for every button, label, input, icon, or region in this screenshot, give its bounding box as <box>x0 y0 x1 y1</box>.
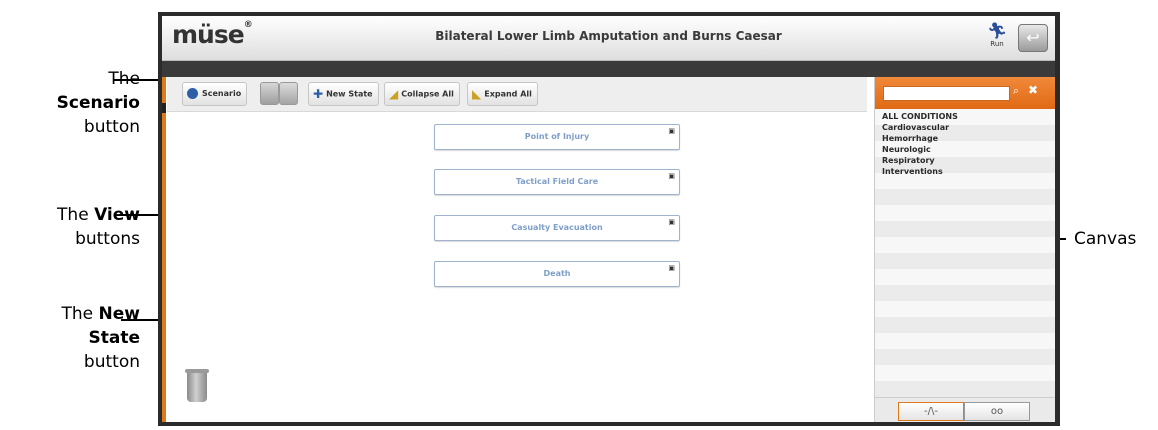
callout-scenario: The Scenario button <box>10 67 140 139</box>
callout-bold: State <box>88 328 141 348</box>
state-menu-icon[interactable]: ▣ <box>668 264 675 272</box>
run-button[interactable]: 🏃︎ Run <box>982 22 1012 56</box>
tree-view-button[interactable] <box>260 82 279 105</box>
conditions-panel: ⌕ ✖ ALL CONDITIONS Cardiovascular Hemorr… <box>874 77 1055 422</box>
vitals-tab[interactable]: -/\- <box>898 402 964 421</box>
app-frame: müse® Bilateral Lower Limb Amputation an… <box>158 12 1060 426</box>
plus-icon: ✚ <box>313 87 324 101</box>
voicemail-tab[interactable]: oo <box>964 402 1030 421</box>
callout-text: buttons <box>75 229 140 249</box>
app-window: müse® Bilateral Lower Limb Amputation an… <box>162 16 1055 422</box>
collapse-all-label: Collapse All <box>401 89 454 99</box>
scenario-title: Bilateral Lower Limb Amputation and Burn… <box>435 29 782 43</box>
condition-item[interactable]: ALL CONDITIONS <box>882 111 958 122</box>
callout-view: The View buttons <box>10 203 140 251</box>
clear-icon[interactable]: ✖ <box>1028 83 1038 97</box>
new-state-label: New State <box>326 89 373 99</box>
condition-item[interactable]: Neurologic <box>882 144 931 155</box>
edge-notch <box>162 103 166 113</box>
toolbar: Scenario ✚ New State ◢ Collapse All ◣ Expan… <box>167 77 867 112</box>
back-arrow-icon: ↩ <box>1026 28 1040 47</box>
callout-bold: New <box>98 304 140 324</box>
state-label: Tactical Field Care <box>515 177 599 186</box>
run-label: Run <box>990 40 1004 48</box>
state-menu-icon[interactable]: ▣ <box>668 172 675 180</box>
scenario-icon <box>187 88 198 99</box>
callout-text: button <box>83 117 140 137</box>
condition-item[interactable]: Hemorrhage <box>882 133 938 144</box>
callout-text: The <box>61 304 94 324</box>
running-person-icon: 🏃︎ <box>986 21 1008 40</box>
callout-text: The <box>57 205 89 225</box>
state-menu-icon[interactable]: ▣ <box>668 218 675 226</box>
state-label: Casualty Evacuation <box>511 223 603 232</box>
conditions-header: ⌕ ✖ <box>875 77 1055 109</box>
callout-bold: Scenario <box>56 93 140 113</box>
collapse-icon: ◢ <box>389 87 399 101</box>
callout-canvas: Canvas <box>1074 227 1154 251</box>
collapse-all-button[interactable]: ◢ Collapse All <box>384 82 460 106</box>
new-state-button[interactable]: ✚ New State <box>308 82 379 106</box>
list-view-button[interactable] <box>279 82 298 105</box>
voicemail-icon: oo <box>990 406 1004 417</box>
state-label: Death <box>543 269 571 278</box>
condition-item[interactable]: Interventions <box>882 166 943 177</box>
state-box[interactable]: Death ▣ <box>434 261 680 287</box>
expand-all-button[interactable]: ◣ Expand All <box>467 82 538 106</box>
expand-all-label: Expand All <box>484 89 532 99</box>
condition-item[interactable]: Cardiovascular <box>882 122 949 133</box>
state-box[interactable]: Tactical Field Care ▣ <box>434 169 680 195</box>
callout-new-state: The New State button <box>10 302 141 374</box>
callout-text: Canvas <box>1074 229 1137 249</box>
callout-text: button <box>83 352 140 372</box>
conditions-search-input[interactable] <box>883 86 1010 101</box>
accent-edge <box>162 77 166 422</box>
condition-item[interactable]: Respiratory <box>882 155 935 166</box>
scenario-button[interactable]: Scenario <box>182 82 248 106</box>
scenario-label: Scenario <box>202 89 242 98</box>
title-bar: müse® Bilateral Lower Limb Amputation an… <box>162 16 1055 61</box>
state-box[interactable]: Casualty Evacuation ▣ <box>434 215 680 241</box>
back-button[interactable]: ↩ <box>1018 24 1048 52</box>
trash-icon[interactable] <box>185 369 209 402</box>
panel-footer: -/\- oo <box>875 397 1055 422</box>
conditions-list: ALL CONDITIONS Cardiovascular Hemorrhage… <box>875 109 1055 397</box>
expand-icon: ◣ <box>472 87 482 101</box>
waveform-icon: -/\- <box>924 406 938 417</box>
search-icon[interactable]: ⌕ <box>1013 84 1019 98</box>
state-menu-icon[interactable]: ▣ <box>668 127 675 135</box>
state-box[interactable]: Point of Injury ▣ <box>434 124 680 150</box>
header-divider <box>162 61 1055 77</box>
canvas[interactable]: Point of Injury ▣ Tactical Field Care ▣ … <box>167 112 872 422</box>
state-label: Point of Injury <box>524 132 590 141</box>
